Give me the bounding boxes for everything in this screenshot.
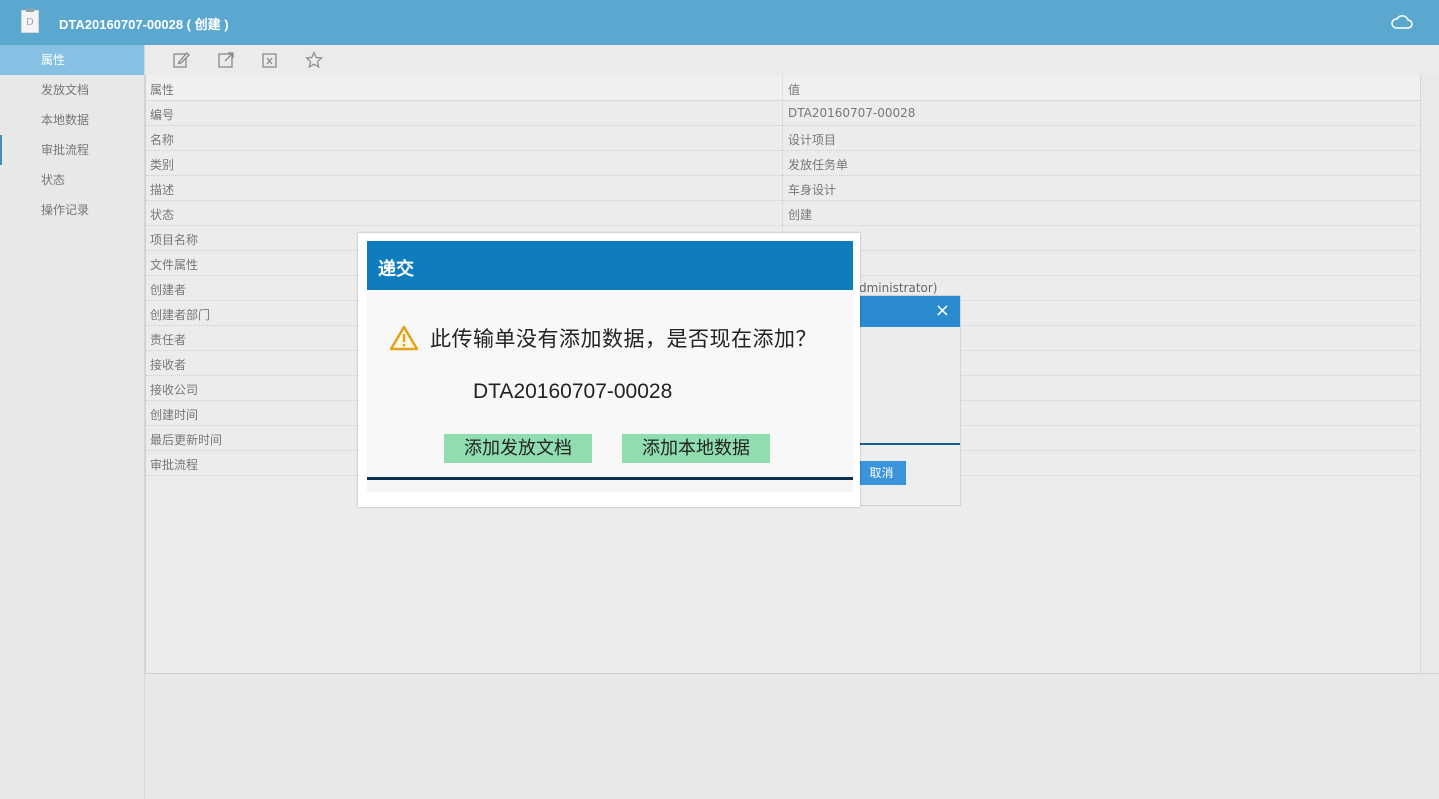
dialog-bottom-rule [367,477,853,480]
table-row[interactable]: 编号 DTA20160707-00028 [146,100,1420,126]
property-value: 车身设计 [788,183,837,197]
table-header: 属性 值 [146,75,1420,101]
dialog-titlebar: 递交 [367,241,853,290]
toolbar [145,45,1439,75]
property-name: 编号 [150,108,175,122]
property-value: DTA20160707-00028 [788,106,916,120]
add-release-docs-button[interactable]: 添加发放文档 [444,434,592,463]
background-dialog-titlebar: × [849,296,960,327]
page-title: DTA20160707-00028 ( 创建 ) [59,17,229,32]
document-icon: D [21,8,39,33]
submit-dialog: 递交 此传输单没有添加数据，是否现在添加？ DTA20160707-00028 … [358,233,860,507]
property-name: 接收者 [150,358,187,372]
property-name: 责任者 [150,333,187,347]
property-name: 创建时间 [150,408,199,422]
dialog-title: 递交 [378,259,414,280]
external-link-icon[interactable] [217,51,235,69]
cloud-icon[interactable] [1391,13,1413,31]
table-scrollbar[interactable] [1420,75,1439,673]
property-name: 最后更新时间 [150,433,223,447]
property-value: 发放任务单 [788,158,849,172]
property-name: 项目名称 [150,233,199,247]
property-name: 状态 [150,208,175,222]
warning-icon [389,325,419,351]
property-name: 审批流程 [150,458,199,472]
sidebar-item-status[interactable]: 状态 [0,165,144,195]
creator-value-partial: dministrator) [859,281,938,295]
property-value: 设计项目 [788,133,837,147]
document-number: DTA20160707-00028 [473,380,673,403]
column-header-value: 值 [788,83,801,97]
property-value: 创建 [788,208,813,222]
table-row[interactable]: 描述 车身设计 [146,175,1420,201]
sidebar: 属性 发放文档 本地数据 审批流程 状态 操作记录 [0,45,145,799]
submit-dialog-inner: 递交 此传输单没有添加数据，是否现在添加？ DTA20160707-00028 … [367,241,853,492]
star-icon[interactable] [305,51,323,69]
property-name: 描述 [150,183,175,197]
property-name: 创建者部门 [150,308,211,322]
app-header: D DTA20160707-00028 ( 创建 ) [0,0,1439,45]
dialog-message: 此传输单没有添加数据，是否现在添加？ [430,327,817,351]
column-header-property: 属性 [150,83,175,97]
sidebar-item-release-docs[interactable]: 发放文档 [0,75,144,105]
sidebar-item-approval-flow[interactable]: 审批流程 [0,135,144,165]
edit-icon[interactable] [172,51,190,69]
table-row[interactable]: 类别 发放任务单 [146,150,1420,176]
close-icon[interactable]: × [935,302,950,320]
dialog-body: 此传输单没有添加数据，是否现在添加？ DTA20160707-00028 添加发… [367,290,853,475]
background-dialog-body [849,327,960,445]
divider [145,673,1439,674]
delete-icon[interactable] [261,51,279,69]
cancel-button[interactable]: 取消 [857,461,906,485]
sidebar-item-operation-log[interactable]: 操作记录 [0,195,144,225]
table-row[interactable]: 状态 创建 [146,200,1420,226]
property-name: 接收公司 [150,383,199,397]
sidebar-item-local-data[interactable]: 本地数据 [0,105,144,135]
background-dialog: × 取消 [848,295,961,506]
property-name: 创建者 [150,283,187,297]
property-name: 名称 [150,133,175,147]
sidebar-item-properties[interactable]: 属性 [0,45,144,75]
table-row[interactable]: 名称 设计项目 [146,125,1420,151]
add-local-data-button[interactable]: 添加本地数据 [622,434,770,463]
property-name: 文件属性 [150,258,199,272]
property-name: 类别 [150,158,175,172]
